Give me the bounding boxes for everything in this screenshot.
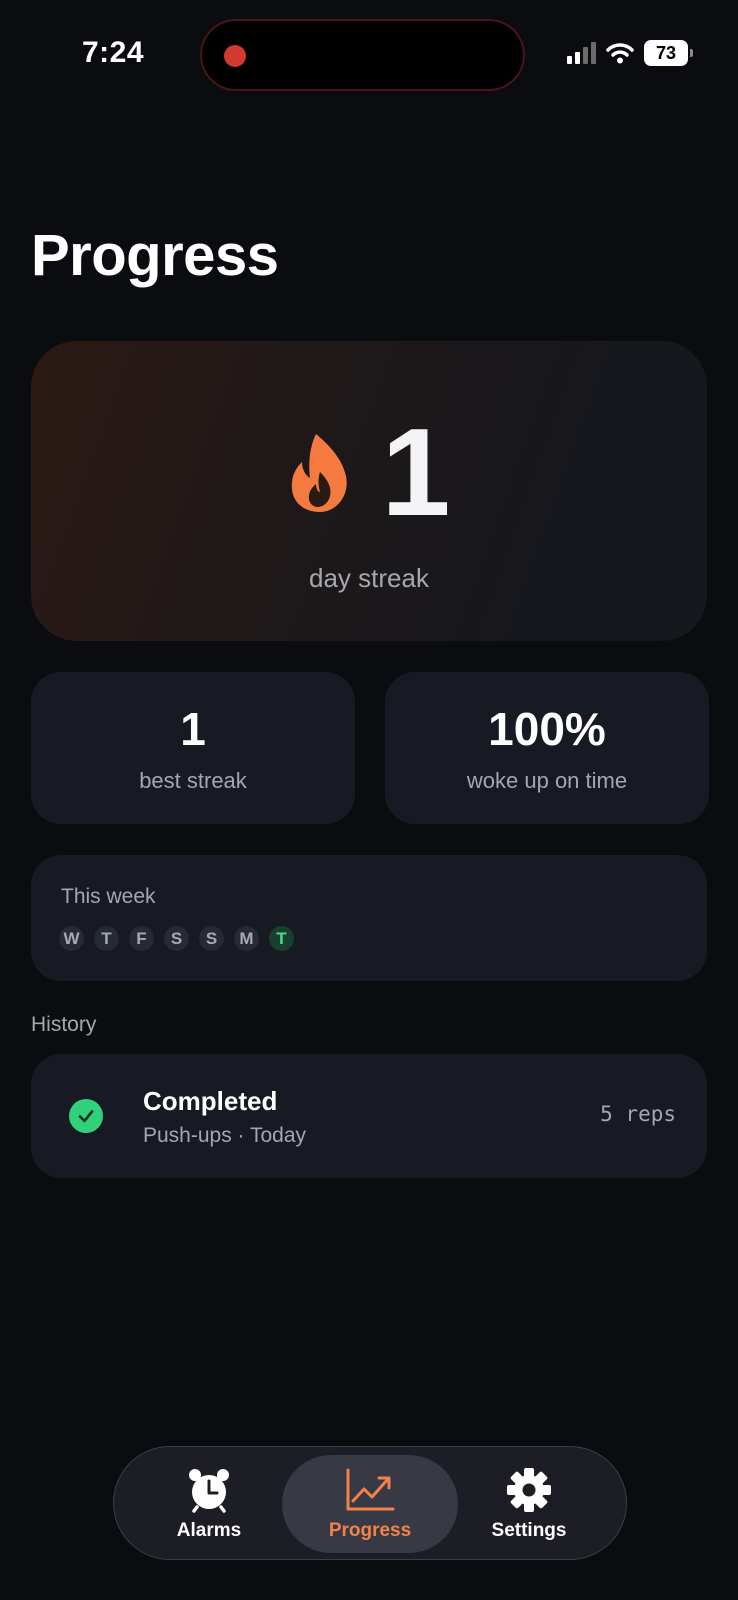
check-circle-icon — [69, 1099, 103, 1133]
history-item-detail: Push-ups · Today — [143, 1124, 307, 1147]
tab-progress-label: Progress — [328, 1520, 412, 1541]
this-week-title: This week — [61, 885, 156, 908]
gear-icon — [507, 1468, 551, 1512]
tab-progress[interactable]: Progress — [282, 1455, 458, 1553]
tab-alarms-label: Alarms — [176, 1520, 242, 1541]
streak-count: 1 — [381, 404, 451, 542]
day-chip-today: T — [269, 926, 294, 951]
on-time-card: 100% woke up on time — [385, 672, 709, 824]
battery-indicator: 73 — [644, 40, 693, 66]
best-streak-value: 1 — [180, 703, 206, 755]
day-chip: S — [164, 926, 189, 951]
cellular-signal-icon — [567, 42, 596, 64]
day-chip: T — [94, 926, 119, 951]
best-streak-card: 1 best streak — [31, 672, 355, 824]
recording-indicator — [224, 45, 246, 67]
history-item[interactable]: Completed Push-ups · Today 5 reps — [31, 1054, 707, 1178]
tab-settings-label: Settings — [491, 1520, 567, 1541]
streak-label: day streak — [309, 563, 429, 593]
best-streak-label: best streak — [139, 768, 247, 793]
tab-bar: Alarms Progress Settings — [113, 1446, 627, 1560]
day-chip: S — [199, 926, 224, 951]
wifi-icon — [606, 43, 634, 64]
week-days: W T F S S M T — [59, 926, 294, 951]
history-item-status: Completed — [143, 1086, 278, 1116]
alarm-clock-icon — [189, 1469, 229, 1513]
history-item-reps: 5 reps — [600, 1102, 676, 1126]
on-time-value: 100% — [488, 703, 606, 755]
dynamic-island — [200, 19, 525, 91]
tab-alarms[interactable]: Alarms — [134, 1455, 284, 1553]
flame-icon — [291, 434, 347, 512]
status-indicators: 73 — [567, 40, 693, 66]
day-chip: F — [129, 926, 154, 951]
chart-trend-icon — [346, 1468, 395, 1511]
status-time: 7:24 — [82, 36, 145, 69]
this-week-card: This week W T F S S M T — [31, 855, 707, 981]
history-heading: History — [31, 1013, 97, 1036]
on-time-label: woke up on time — [466, 768, 628, 793]
day-chip: M — [234, 926, 259, 951]
page-title: Progress — [31, 223, 279, 288]
streak-card: 1 day streak — [31, 341, 707, 641]
day-chip: W — [59, 926, 84, 951]
tab-settings[interactable]: Settings — [454, 1455, 604, 1553]
